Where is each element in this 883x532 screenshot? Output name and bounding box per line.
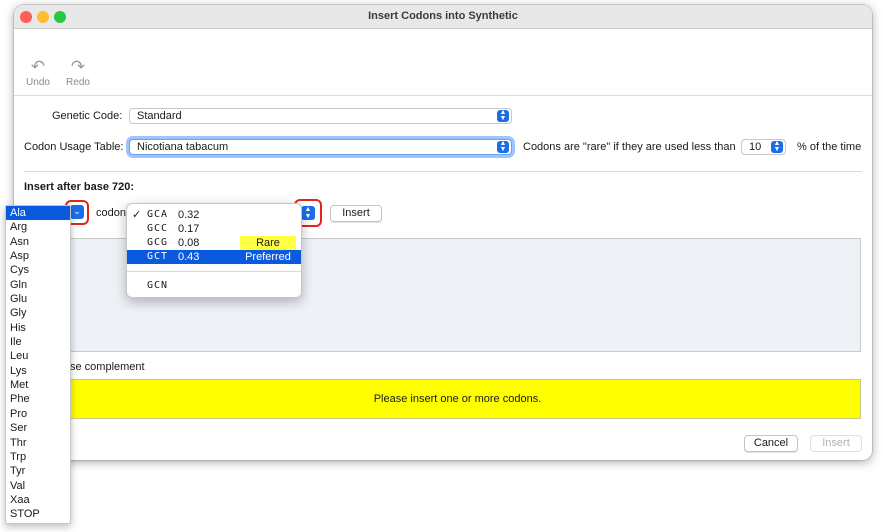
amino-acid-item-phe[interactable]: Phe — [6, 392, 70, 406]
codon-menu: ✓ GCA 0.32 GCC 0.17 GCG 0.08 Rare GCT 0.… — [126, 203, 302, 298]
codon-frequency: 0.43 — [178, 251, 200, 263]
insert-button: Insert — [810, 435, 862, 452]
codon-usage-label: Codon Usage Table: — [24, 141, 124, 153]
amino-acid-item-leu[interactable]: Leu — [6, 349, 70, 363]
amino-acid-item-trp[interactable]: Trp — [6, 450, 70, 464]
amino-acid-item-stop[interactable]: STOP — [6, 507, 70, 521]
redo-icon: ↷ — [70, 57, 86, 76]
codon-menu-item[interactable]: GCC 0.17 — [127, 222, 301, 236]
amino-acid-item-tyr[interactable]: Tyr — [6, 464, 70, 478]
section-divider — [24, 171, 862, 172]
codon-menu-divider — [127, 271, 301, 272]
genetic-code-label: Genetic Code: — [52, 110, 123, 122]
insert-codon-button[interactable]: Insert — [330, 205, 382, 222]
codon-code: GCG — [147, 237, 169, 248]
codon-frequency: 0.08 — [178, 237, 200, 249]
amino-acid-item-arg[interactable]: Arg — [6, 220, 70, 234]
rare-threshold-prefix: Codons are "rare" if they are used less … — [523, 141, 736, 153]
title-bar: Insert Codons into Synthetic — [14, 5, 872, 29]
amino-acid-item-ile[interactable]: Ile — [6, 335, 70, 349]
codon-usage-value: Nicotiana tabacum — [137, 141, 229, 153]
amino-acid-item-xaa[interactable]: Xaa — [6, 493, 70, 507]
rare-threshold-value: 10 — [749, 141, 762, 153]
reverse-complement-label: se complement — [70, 361, 145, 373]
rare-threshold-stepper-icon: ▲ ▼ — [771, 140, 783, 153]
preferred-badge: Preferred — [245, 251, 291, 263]
codon-code: GCT — [147, 251, 169, 262]
window-title: Insert Codons into Synthetic — [368, 10, 518, 22]
codon-word-label: codon — [96, 207, 126, 219]
degenerate-codon: GCN — [147, 280, 169, 291]
insert-after-label: Insert after base 720: — [24, 181, 135, 193]
toolbar: ↶ Undo ↷ Redo — [14, 29, 872, 96]
amino-acid-item-pro[interactable]: Pro — [6, 407, 70, 421]
amino-acid-item-thr[interactable]: Thr — [6, 436, 70, 450]
amino-acid-item-asn[interactable]: Asn — [6, 235, 70, 249]
rare-badge: Rare — [240, 236, 296, 250]
amino-acid-item-met[interactable]: Met — [6, 378, 70, 392]
amino-acid-item-lys[interactable]: Lys — [6, 364, 70, 378]
codon-usage-stepper-icon: ▲ ▼ — [497, 140, 509, 153]
amino-acid-item-gln[interactable]: Gln — [6, 278, 70, 292]
amino-acid-item-asp[interactable]: Asp — [6, 249, 70, 263]
amino-acid-item-ala[interactable]: Ala — [6, 206, 70, 221]
checkmark-icon: ✓ — [132, 209, 142, 221]
amino-acid-item-his[interactable]: His — [6, 321, 70, 335]
undo-icon: ↶ — [30, 57, 46, 76]
codon-menu-item-degenerate[interactable]: GCN — [127, 279, 301, 293]
cancel-button[interactable]: Cancel — [744, 435, 798, 452]
codon-menu-item-highlighted[interactable]: GCT 0.43 Preferred — [127, 250, 301, 264]
amino-acid-item-cys[interactable]: Cys — [6, 263, 70, 277]
undo-label: Undo — [26, 77, 50, 88]
codon-usage-popup[interactable]: Nicotiana tabacum ▲ ▼ — [129, 139, 512, 155]
amino-acid-item-val[interactable]: Val — [6, 479, 70, 493]
amino-acid-menu: Ala Arg Asn Asp Cys Gln Glu Gly His Ile Leu Lys Met P… — [5, 205, 71, 524]
rare-threshold-popup[interactable]: 10 ▲ ▼ — [741, 139, 786, 155]
amino-acid-item-ser[interactable]: Ser — [6, 421, 70, 435]
genetic-code-value: Standard — [137, 110, 182, 122]
codon-menu-item[interactable]: GCG 0.08 Rare — [127, 236, 301, 250]
amino-acid-item-gly[interactable]: Gly — [6, 306, 70, 320]
redo-label: Redo — [66, 77, 90, 88]
genetic-code-popup[interactable]: Standard ▲ ▼ — [129, 108, 512, 124]
amino-acid-item-glu[interactable]: Glu — [6, 292, 70, 306]
codon-frequency: 0.17 — [178, 223, 200, 235]
redo-button[interactable]: ↷ Redo — [60, 57, 96, 88]
genetic-code-stepper-icon: ▲ ▼ — [497, 109, 509, 122]
codon-frequency: 0.32 — [178, 209, 200, 221]
undo-button[interactable]: ↶ Undo — [20, 57, 56, 88]
rare-threshold-suffix: % of the time — [797, 141, 862, 153]
status-message: Please insert one or more codons. — [54, 379, 861, 419]
codon-code: GCA — [147, 209, 169, 220]
codon-menu-item[interactable]: ✓ GCA 0.32 — [127, 208, 301, 222]
codon-code: GCC — [147, 223, 169, 234]
